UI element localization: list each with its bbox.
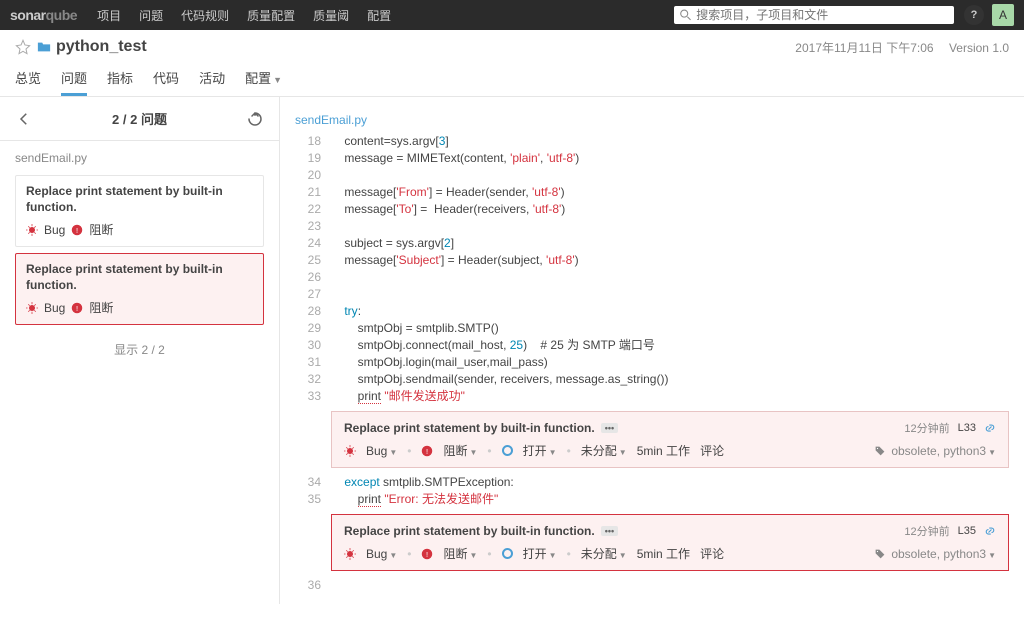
issue-tags[interactable]: obsolete, python3▼ [891, 547, 996, 561]
issue-assignee[interactable]: 未分配▼ [581, 545, 627, 562]
file-header[interactable]: sendEmail.py [295, 107, 1009, 133]
tab-admin[interactable]: 配置▼ [245, 68, 282, 96]
status-icon [502, 445, 513, 456]
nav-issues[interactable]: 问题 [139, 7, 163, 24]
tab-measures[interactable]: 指标 [107, 68, 133, 96]
display-count: 显示 2 / 2 [0, 331, 279, 368]
folder-icon [37, 40, 51, 54]
bug-icon [344, 548, 356, 560]
tab-code[interactable]: 代码 [153, 68, 179, 96]
issue-effort: 5min 工作 [637, 545, 690, 562]
code-block: 18 content=sys.argv[3]19 message = MIMET… [295, 133, 1009, 405]
sidebar-issue-card[interactable]: Replace print statement by built-in func… [15, 253, 264, 325]
content: sendEmail.py 18 content=sys.argv[3]19 me… [280, 97, 1024, 604]
help-icon[interactable]: ? [964, 5, 984, 25]
issue-severity[interactable]: 阻断▼ [443, 442, 477, 459]
severity-icon: ! [421, 548, 433, 560]
back-icon[interactable] [15, 110, 33, 128]
more-icon[interactable]: ••• [601, 423, 618, 433]
issue-inline-2[interactable]: Replace print statement by built-in func… [331, 514, 1009, 571]
more-icon[interactable]: ••• [601, 526, 618, 536]
tab-issues[interactable]: 问题 [61, 68, 87, 96]
sidebar-filename: sendEmail.py [0, 141, 279, 175]
tab-activity[interactable]: 活动 [199, 68, 225, 96]
issue-tags[interactable]: obsolete, python3▼ [891, 444, 996, 458]
issue-inline-1[interactable]: Replace print statement by built-in func… [331, 411, 1009, 468]
issue-effort: 5min 工作 [637, 442, 690, 459]
nav-gates[interactable]: 质量阈 [313, 7, 349, 24]
issue-type[interactable]: Bug▼ [366, 444, 397, 458]
severity-icon: ! [71, 302, 83, 314]
code-block-2: 34 except smtplib.SMTPException:35 print… [295, 474, 1009, 508]
tag-icon [875, 549, 885, 559]
search-box[interactable] [674, 6, 954, 24]
project-meta: 2017年11月11日 下午7:06 Version 1.0 [783, 39, 1009, 56]
svg-text:!: ! [426, 447, 428, 456]
svg-text:!: ! [426, 550, 428, 559]
link-icon[interactable] [984, 525, 996, 537]
nav-rules[interactable]: 代码规则 [181, 7, 229, 24]
svg-text:!: ! [76, 226, 78, 235]
logo[interactable]: sonarqube [10, 7, 77, 23]
issue-comments[interactable]: 评论 [700, 442, 724, 459]
search-icon [680, 9, 691, 21]
nav-projects[interactable]: 项目 [97, 7, 121, 24]
issue-assignee[interactable]: 未分配▼ [581, 442, 627, 459]
tab-overview[interactable]: 总览 [15, 68, 41, 96]
sidebar-issues: Replace print statement by built-in func… [0, 175, 279, 325]
code-block-3: 36 [295, 577, 1009, 594]
bug-icon [344, 445, 356, 457]
project-tabs: 总览 问题 指标 代码 活动 配置▼ [15, 68, 1009, 96]
issue-status[interactable]: 打开▼ [523, 442, 557, 459]
link-icon[interactable] [984, 422, 996, 434]
bug-icon [26, 224, 38, 236]
issue-type[interactable]: Bug▼ [366, 547, 397, 561]
bug-icon [26, 302, 38, 314]
issue-status[interactable]: 打开▼ [523, 545, 557, 562]
svg-text:!: ! [76, 304, 78, 313]
sidebar: 2 / 2 问题 sendEmail.py Replace print stat… [0, 97, 280, 604]
nav-admin[interactable]: 配置 [367, 7, 391, 24]
severity-icon: ! [421, 445, 433, 457]
search-input[interactable] [696, 8, 948, 22]
project-bar: python_test 2017年11月11日 下午7:06 Version 1… [0, 30, 1024, 97]
reload-icon[interactable] [246, 110, 264, 128]
favorite-icon[interactable] [15, 39, 31, 55]
topnav: 项目 问题 代码规则 质量配置 质量阈 配置 [97, 7, 674, 24]
issue-severity[interactable]: 阻断▼ [443, 545, 477, 562]
topbar: sonarqube 项目 问题 代码规则 质量配置 质量阈 配置 ? A [0, 0, 1024, 30]
issue-comments[interactable]: 评论 [700, 545, 724, 562]
severity-icon: ! [71, 224, 83, 236]
issue-count: 2 / 2 问题 [33, 109, 246, 128]
project-name[interactable]: python_test [56, 38, 147, 56]
sidebar-issue-card[interactable]: Replace print statement by built-in func… [15, 175, 264, 247]
tag-icon [875, 446, 885, 456]
status-icon [502, 548, 513, 559]
avatar[interactable]: A [992, 4, 1014, 26]
nav-profiles[interactable]: 质量配置 [247, 7, 295, 24]
